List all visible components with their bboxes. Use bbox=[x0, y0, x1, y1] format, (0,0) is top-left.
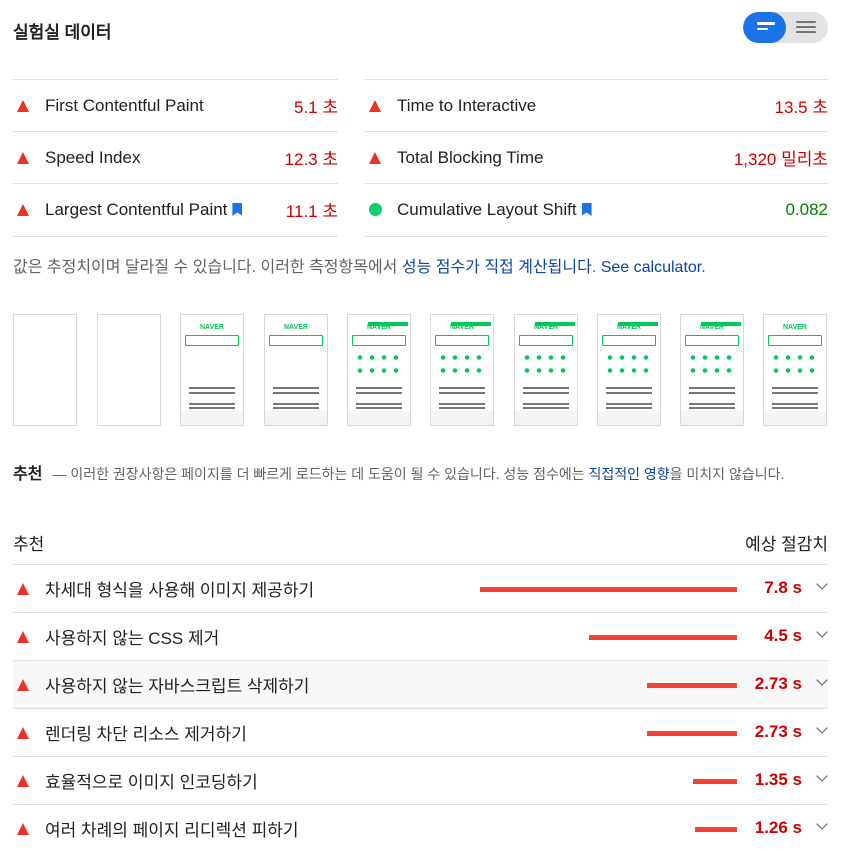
fail-triangle-icon bbox=[13, 774, 45, 787]
bookmark-icon bbox=[232, 203, 243, 216]
direct-impact-link[interactable]: 직접적인 영향 bbox=[588, 466, 669, 482]
recommendations-title: 추천 bbox=[13, 466, 43, 483]
bookmark-icon bbox=[581, 203, 592, 216]
filmstrip-frame: NAVER bbox=[180, 314, 244, 426]
filmstrip-frame: NAVER bbox=[264, 314, 328, 426]
fail-triangle-icon bbox=[365, 99, 397, 112]
column-header-savings: 예상 절감치 bbox=[745, 535, 828, 554]
column-header-recommendation: 추천 bbox=[13, 535, 45, 554]
pass-circle-icon bbox=[365, 203, 397, 216]
filmstrip-frame: NAVER bbox=[514, 314, 578, 426]
thumb-logo: NAVER bbox=[284, 324, 308, 331]
note-text: 값은 추정치이며 달라질 수 있습니다. 이러한 측정항목에서 bbox=[13, 259, 402, 276]
metric-value: 13.5 초 bbox=[774, 98, 828, 117]
metric-name-text: Total Blocking Time bbox=[397, 147, 544, 167]
note-sep: . bbox=[591, 259, 601, 276]
recommendations-desc-tail: 을 미치지 않습니다. bbox=[669, 466, 785, 482]
fail-triangle-icon bbox=[13, 151, 45, 164]
summary-view-button[interactable] bbox=[743, 12, 786, 43]
filmstrip-frame bbox=[13, 314, 77, 426]
opportunity-row[interactable]: 차세대 형식을 사용해 이미지 제공하기 7.8 s bbox=[13, 564, 828, 612]
savings-bar bbox=[647, 683, 737, 688]
metrics-right: Time to Interactive 13.5 초 Total Blocking … bbox=[365, 79, 828, 235]
metric-name: Time to Interactive bbox=[397, 96, 775, 116]
filmstrip-frame: NAVER bbox=[680, 314, 744, 426]
filmstrip-frame: NAVER bbox=[763, 314, 827, 426]
metric-row: Cumulative Layout Shift 0.082 bbox=[365, 183, 828, 235]
metric-row: Largest Contentful Paint 11.1 초 bbox=[13, 183, 338, 235]
metrics-note: 값은 추정치이며 달라질 수 있습니다. 이러한 측정항목에서 성능 점수가 직… bbox=[13, 253, 706, 277]
opportunity-row[interactable]: 렌더링 차단 리소스 제거하기 2.73 s bbox=[13, 708, 828, 756]
fail-triangle-icon bbox=[365, 151, 397, 164]
fail-triangle-icon bbox=[13, 203, 45, 216]
metric-row: Speed Index 12.3 초 bbox=[13, 131, 338, 183]
list-view-icon[interactable] bbox=[796, 21, 816, 36]
recommendations-header: 추천 — 이러한 권장사항은 페이지를 더 빠르게 로드하는 데 도움이 될 수 … bbox=[13, 461, 828, 488]
savings-value: 4.5 s bbox=[764, 626, 802, 645]
fail-triangle-icon bbox=[13, 99, 45, 112]
metric-row: Total Blocking Time 1,320 밀리초 bbox=[365, 131, 828, 183]
opportunity-row[interactable]: 사용하지 않는 CSS 제거 4.5 s bbox=[13, 612, 828, 660]
savings-value: 2.73 s bbox=[754, 722, 802, 741]
see-calculator-link[interactable]: See calculator. bbox=[601, 259, 706, 276]
metric-row: First Contentful Paint 5.1 초 bbox=[13, 79, 338, 131]
metrics-left: First Contentful Paint 5.1 초 Speed Index 12… bbox=[13, 79, 338, 235]
thumb-logo: NAVER bbox=[783, 324, 807, 331]
savings-bar bbox=[480, 587, 737, 592]
metric-name-text: First Contentful Paint bbox=[45, 95, 204, 115]
savings-bar bbox=[647, 731, 737, 736]
savings-value: 7.8 s bbox=[764, 578, 802, 597]
savings-value: 1.26 s bbox=[754, 818, 802, 837]
fail-triangle-icon bbox=[13, 630, 45, 643]
metric-value: 12.3 초 bbox=[284, 150, 338, 169]
filmstrip-frame bbox=[97, 314, 161, 426]
metric-name-text: Cumulative Layout Shift bbox=[397, 199, 577, 219]
opportunity-row[interactable]: 여러 차례의 페이지 리디렉션 피하기 1.26 s bbox=[13, 804, 828, 852]
savings-bar bbox=[589, 635, 737, 640]
fail-triangle-icon bbox=[13, 678, 45, 691]
savings-bar bbox=[693, 779, 737, 784]
recommendations-desc: — 이러한 권장사항은 페이지를 더 빠르게 로드하는 데 도움이 될 수 있습… bbox=[52, 466, 589, 482]
fail-triangle-icon bbox=[13, 582, 45, 595]
metric-name-text: Time to Interactive bbox=[397, 95, 537, 115]
view-toggle[interactable] bbox=[743, 12, 828, 43]
metric-row: Time to Interactive 13.5 초 bbox=[365, 79, 828, 131]
metric-value: 1,320 밀리초 bbox=[733, 150, 828, 169]
filmstrip-frame: NAVER bbox=[347, 314, 411, 426]
fail-triangle-icon bbox=[13, 822, 45, 835]
metric-name-text: Speed Index bbox=[45, 147, 141, 167]
metric-value: 11.1 초 bbox=[285, 202, 338, 221]
section-title: 실험실 데이터 bbox=[13, 23, 112, 42]
filmstrip-frame: NAVER bbox=[597, 314, 661, 426]
summary-view-icon bbox=[757, 22, 775, 33]
opportunity-row[interactable]: 사용하지 않는 자바스크립트 삭제하기 2.73 s bbox=[13, 660, 828, 708]
metric-value: 0.082 bbox=[785, 199, 828, 219]
metric-name: Cumulative Layout Shift bbox=[397, 200, 785, 220]
opportunity-row[interactable]: 효율적으로 이미지 인코딩하기 1.35 s bbox=[13, 756, 828, 804]
divider bbox=[13, 236, 338, 237]
metric-value: 5.1 초 bbox=[294, 98, 338, 117]
savings-value: 1.35 s bbox=[754, 770, 802, 789]
metric-name: First Contentful Paint bbox=[45, 96, 294, 116]
savings-bar bbox=[695, 827, 737, 832]
metric-name: Speed Index bbox=[45, 148, 285, 168]
score-calc-link[interactable]: 성능 점수가 직접 계산됩니다 bbox=[402, 259, 592, 276]
thumb-logo: NAVER bbox=[200, 324, 224, 331]
savings-value: 2.73 s bbox=[754, 674, 802, 693]
metric-name: Largest Contentful Paint bbox=[45, 200, 286, 220]
metric-name: Total Blocking Time bbox=[397, 148, 734, 168]
metric-name-text: Largest Contentful Paint bbox=[45, 199, 228, 219]
fail-triangle-icon bbox=[13, 726, 45, 739]
divider bbox=[365, 236, 828, 237]
filmstrip-frame: NAVER bbox=[430, 314, 494, 426]
